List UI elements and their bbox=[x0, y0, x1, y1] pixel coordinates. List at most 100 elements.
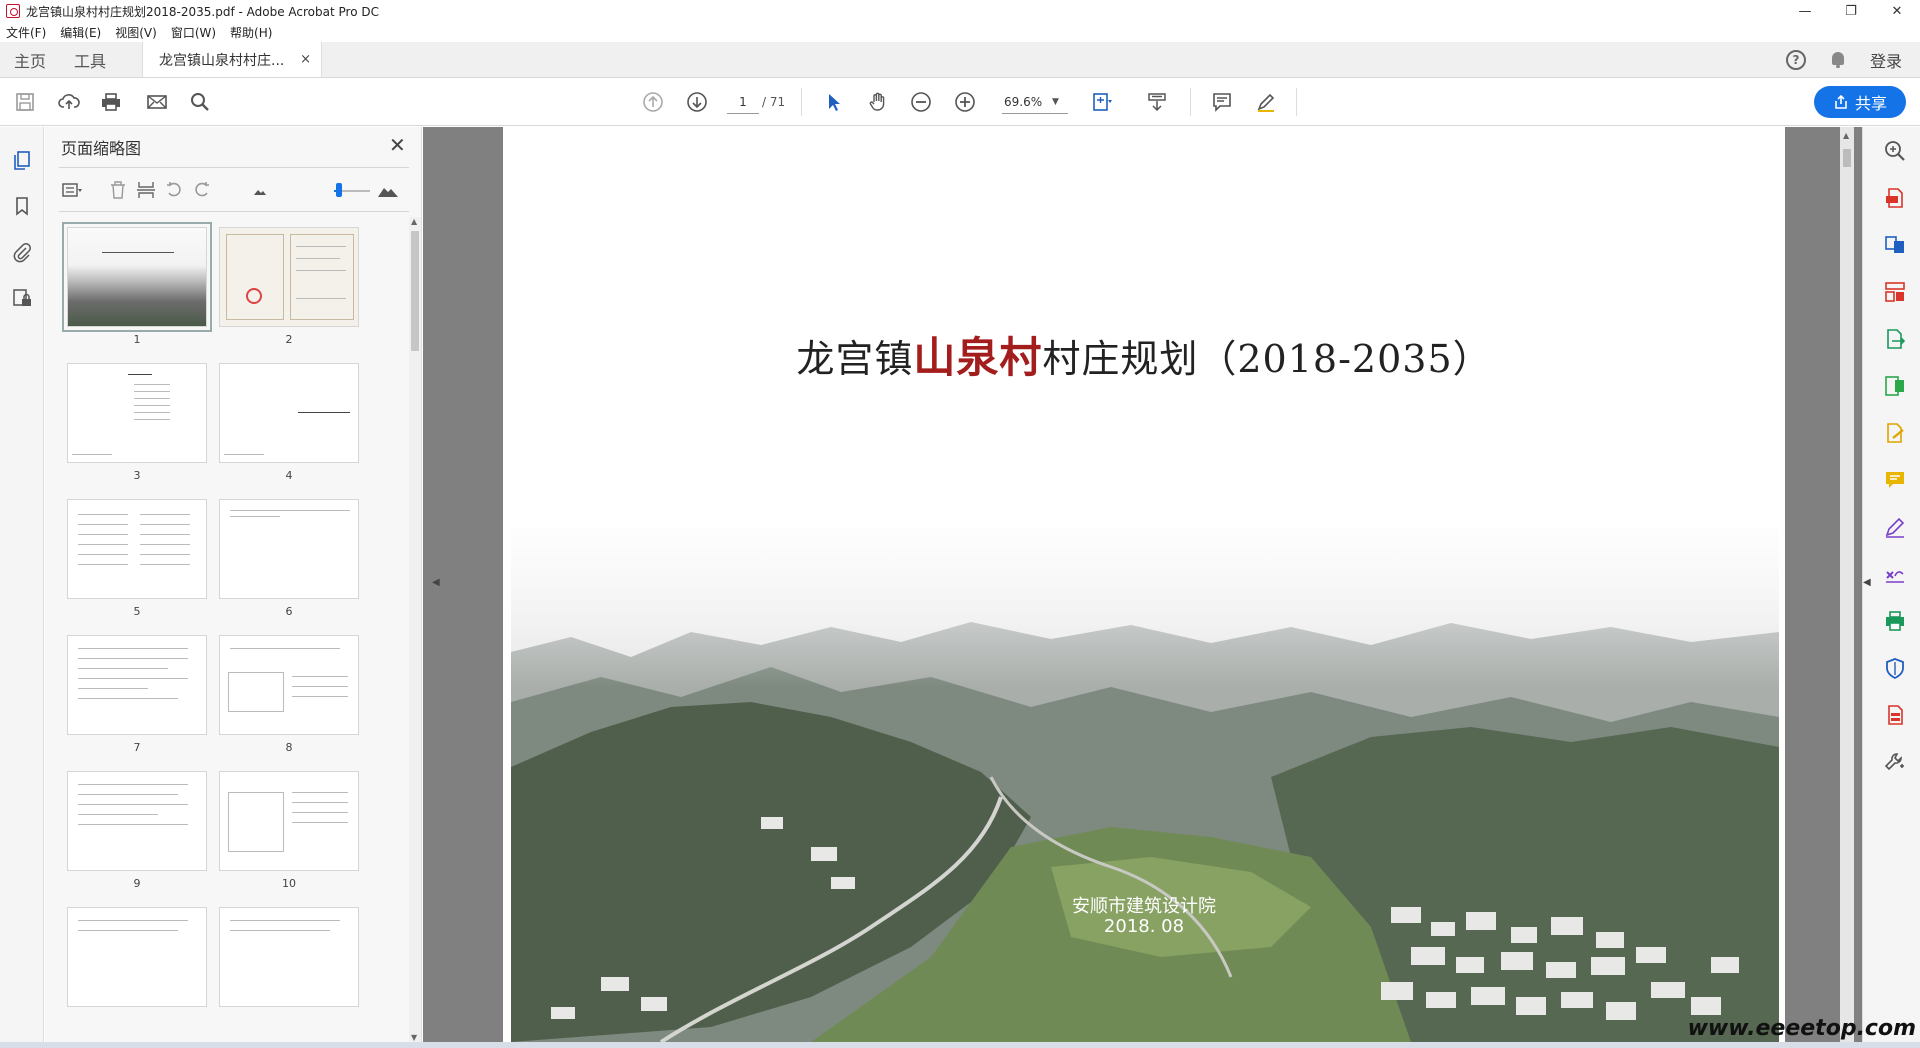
previous-page-icon[interactable] bbox=[641, 90, 665, 114]
search-icon[interactable] bbox=[188, 90, 212, 114]
share-button[interactable]: 共享 bbox=[1814, 86, 1906, 118]
security-lock-document-icon[interactable] bbox=[11, 287, 33, 309]
minimize-button[interactable]: — bbox=[1782, 0, 1828, 22]
page-number-label: 7 bbox=[133, 741, 141, 754]
menu-help[interactable]: 帮助(H) bbox=[230, 24, 272, 41]
restore-button[interactable]: ❐ bbox=[1828, 0, 1874, 22]
highlight-pen-icon[interactable] bbox=[1254, 90, 1278, 114]
text-line bbox=[140, 524, 190, 525]
page-thumbnails-icon[interactable] bbox=[11, 149, 33, 171]
fit-page-icon[interactable] bbox=[1090, 90, 1114, 114]
fill-and-sign-pen-icon[interactable] bbox=[1883, 515, 1907, 539]
thumbnail-page-3[interactable] bbox=[67, 363, 207, 463]
thumbnail-scrollbar[interactable]: ▲ ▼ bbox=[409, 217, 421, 1042]
thumbnail-page-7[interactable] bbox=[67, 635, 207, 735]
thumbnail-page-5[interactable] bbox=[67, 499, 207, 599]
thumbnail-page-11[interactable] bbox=[67, 907, 207, 1007]
menu-edit[interactable]: 编辑(E) bbox=[60, 24, 101, 41]
scrollbar-thumb[interactable] bbox=[1843, 149, 1851, 167]
thumbnail-page-4[interactable] bbox=[219, 363, 359, 463]
page-number-input[interactable]: 1 bbox=[727, 90, 759, 114]
hand-tool-icon[interactable] bbox=[866, 90, 890, 114]
protect-shield-icon[interactable] bbox=[1883, 656, 1907, 680]
collapse-right-panel-icon[interactable]: ◀ bbox=[1863, 577, 1871, 588]
scrollbar-thumb[interactable] bbox=[411, 231, 419, 351]
edit-pdf-icon[interactable] bbox=[1883, 374, 1907, 398]
text-line bbox=[78, 534, 128, 535]
scroll-mode-icon[interactable] bbox=[1145, 90, 1169, 114]
tab-tools[interactable]: 工具 bbox=[60, 42, 120, 77]
comment-icon[interactable] bbox=[1210, 90, 1234, 114]
tab-document[interactable]: 龙宫镇山泉村村庄... × bbox=[142, 42, 323, 77]
notification-bell-icon[interactable] bbox=[1830, 51, 1846, 69]
text-line bbox=[292, 676, 348, 677]
thumbnail-page-9[interactable] bbox=[67, 771, 207, 871]
menu-window[interactable]: 窗口(W) bbox=[171, 24, 216, 41]
email-icon[interactable] bbox=[145, 90, 169, 114]
rotate-left-icon[interactable] bbox=[163, 179, 185, 201]
help-icon[interactable]: ? bbox=[1785, 50, 1806, 70]
scroll-up-arrow-icon[interactable]: ▲ bbox=[1843, 131, 1849, 140]
thumbnail-page-2[interactable] bbox=[219, 227, 359, 327]
small-thumbnail-icon[interactable] bbox=[249, 179, 271, 201]
menu-file[interactable]: 文件(F) bbox=[6, 24, 46, 41]
send-for-signature-icon[interactable] bbox=[1883, 562, 1907, 586]
page-number-label: 6 bbox=[285, 605, 293, 618]
organize-pages-icon[interactable] bbox=[1883, 280, 1907, 304]
page-number-label: 10 bbox=[282, 877, 296, 890]
select-cursor-icon[interactable] bbox=[822, 90, 846, 114]
thumbnail-page-1[interactable] bbox=[62, 222, 212, 332]
add-comment-icon[interactable] bbox=[1883, 468, 1907, 492]
zoom-dropdown-chevron-icon[interactable]: ▼ bbox=[1052, 90, 1059, 114]
scroll-down-arrow-icon[interactable]: ▼ bbox=[411, 1033, 417, 1042]
next-page-icon[interactable] bbox=[685, 90, 709, 114]
upload-cloud-icon[interactable] bbox=[57, 90, 81, 114]
thumbnail-options-icon[interactable] bbox=[61, 179, 83, 201]
rotate-right-icon[interactable] bbox=[191, 179, 213, 201]
text-line bbox=[230, 516, 280, 517]
thumbnail-page-8[interactable] bbox=[219, 635, 359, 735]
page-total: / 71 bbox=[762, 95, 786, 109]
page-number-label: 2 bbox=[285, 333, 293, 346]
more-tools-wrench-icon[interactable] bbox=[1883, 750, 1907, 774]
document-date: 2018. 08 bbox=[1103, 916, 1185, 937]
panel-divider bbox=[59, 211, 409, 212]
login-link[interactable]: 登录 bbox=[1870, 48, 1902, 72]
menu-view[interactable]: 视图(V) bbox=[115, 24, 157, 41]
export-pdf-icon[interactable] bbox=[1883, 327, 1907, 351]
combine-files-icon[interactable] bbox=[1883, 233, 1907, 257]
thumbnail-page-10[interactable] bbox=[219, 771, 359, 871]
tab-close-icon[interactable]: × bbox=[300, 52, 311, 67]
thumbnail-size-slider-handle[interactable] bbox=[336, 183, 342, 197]
thumbnail-page-12[interactable] bbox=[219, 907, 359, 1007]
acrobat-app-icon bbox=[6, 4, 20, 18]
zoom-in-icon[interactable] bbox=[953, 90, 977, 114]
fill-sign-icon[interactable] bbox=[1883, 421, 1907, 445]
attachment-paperclip-icon[interactable] bbox=[11, 241, 33, 263]
zoom-search-icon[interactable] bbox=[1883, 139, 1907, 163]
aerial-landscape-photo bbox=[511, 527, 1779, 1042]
document-scrollbar[interactable]: ▲ bbox=[1840, 127, 1854, 1042]
panel-close-icon[interactable]: ✕ bbox=[389, 133, 406, 157]
zoom-out-icon[interactable] bbox=[909, 90, 933, 114]
print-icon[interactable] bbox=[99, 90, 123, 114]
collapse-left-panel-icon[interactable]: ◀ bbox=[432, 577, 440, 593]
large-thumbnail-icon[interactable] bbox=[377, 179, 399, 201]
text-line bbox=[292, 802, 348, 803]
tab-home[interactable]: 主页 bbox=[0, 42, 60, 77]
close-window-button[interactable]: ✕ bbox=[1874, 0, 1920, 22]
text-line bbox=[292, 812, 348, 813]
thumbnail-toolbar bbox=[59, 175, 409, 205]
bottom-status-strip bbox=[0, 1042, 1920, 1048]
insert-page-icon[interactable] bbox=[135, 179, 157, 201]
save-icon[interactable] bbox=[13, 90, 37, 114]
text-line bbox=[140, 544, 190, 545]
bookmark-icon[interactable] bbox=[11, 195, 33, 217]
print-production-icon[interactable] bbox=[1883, 609, 1907, 633]
scroll-up-arrow-icon[interactable]: ▲ bbox=[411, 217, 417, 226]
create-pdf-icon[interactable] bbox=[1883, 186, 1907, 210]
thumbnail-page-6[interactable] bbox=[219, 499, 359, 599]
text-line bbox=[292, 822, 348, 823]
delete-page-icon[interactable] bbox=[107, 179, 129, 201]
redact-pdf-icon[interactable] bbox=[1883, 703, 1907, 727]
